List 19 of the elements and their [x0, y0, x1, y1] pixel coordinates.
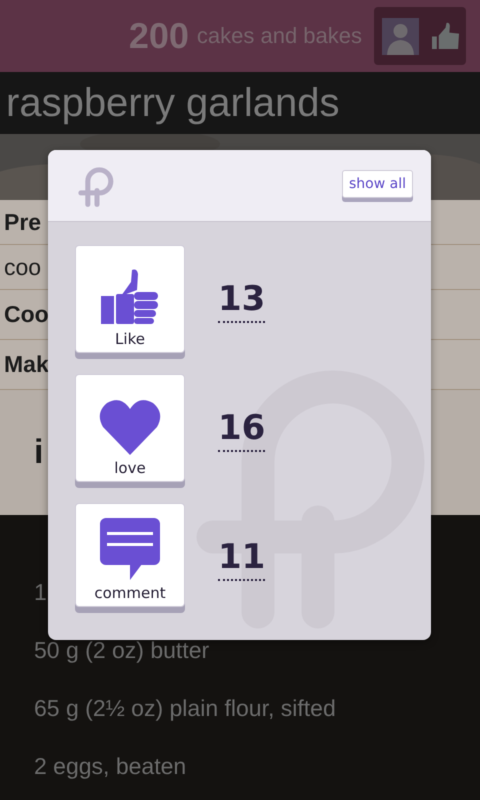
detail-label: Mak [4, 351, 49, 378]
reaction-count[interactable]: 13 [218, 279, 266, 323]
ingredient-item: 50 g (2 oz) butter [34, 636, 210, 665]
detail-label: Pre [4, 208, 42, 236]
recipe-title: raspberry garlands [6, 80, 340, 126]
ingredient-item: 1 [34, 578, 47, 607]
ingredient-item: 65 g (2½ oz) plain flour, sifted [34, 694, 336, 723]
speech-bubble-icon [100, 518, 160, 580]
thumbs-up-icon [101, 268, 159, 326]
section-heading: i [34, 433, 44, 472]
user-avatar-icon [382, 18, 419, 54]
heart-icon [99, 399, 161, 455]
detail-value: coo [4, 254, 42, 280]
thumbs-up-icon [432, 22, 460, 50]
reaction-count[interactable]: 11 [218, 537, 266, 581]
detail-label: Coo [4, 301, 49, 328]
account-panel[interactable] [374, 7, 466, 65]
ingredient-item: 2 eggs, beaten [34, 752, 186, 781]
reaction-count[interactable]: 16 [218, 408, 266, 452]
